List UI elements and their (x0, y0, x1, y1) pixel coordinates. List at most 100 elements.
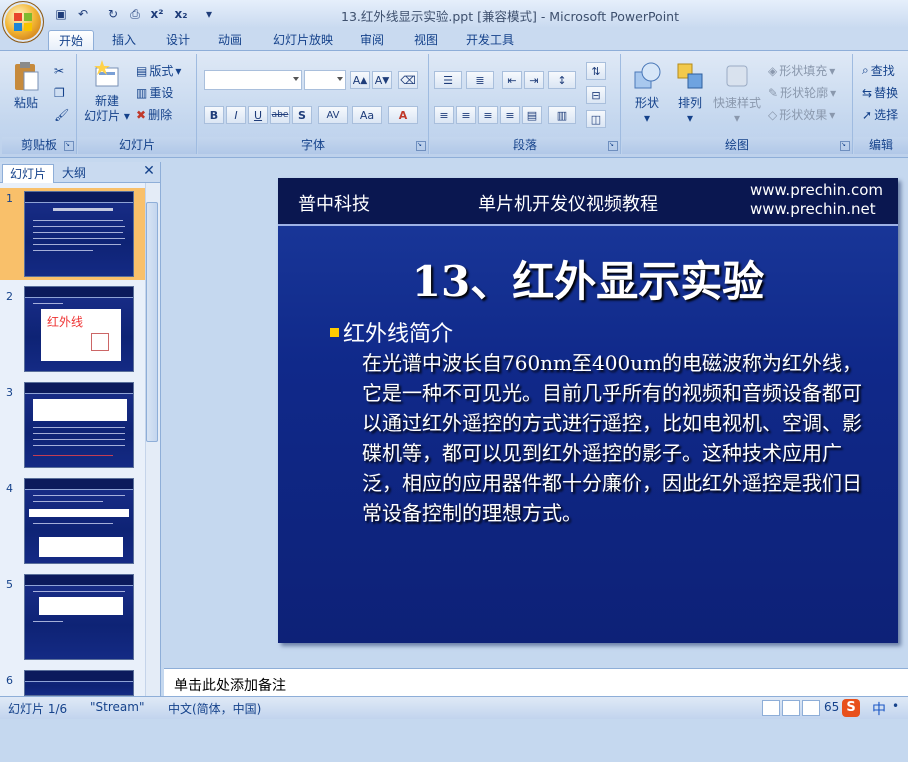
slide-thumb-row-3[interactable]: 3 (0, 382, 145, 474)
shrink-font-icon[interactable]: A ▼ (372, 71, 392, 89)
shapes-button[interactable]: 形状 ▾ (626, 60, 668, 126)
grow-font-icon[interactable]: A ▲ (350, 71, 370, 89)
ribbon-tabs: 开始 插入 设计 动画 幻灯片放映 审阅 视图 开发工具 (0, 28, 908, 51)
decrease-indent-icon[interactable]: ⇤ (502, 71, 522, 89)
office-button[interactable] (2, 1, 44, 43)
align-text-icon[interactable]: ⊟ (586, 86, 606, 104)
cut-icon[interactable]: ✂ (54, 64, 64, 78)
text-shadow-button[interactable]: S (292, 106, 312, 124)
select-button[interactable]: ➚ 选择 (862, 106, 898, 123)
delete-button[interactable]: ✖ 删除 (136, 106, 172, 123)
tab-design[interactable]: 设计 (158, 30, 198, 50)
status-bar: 幻灯片 1/6 "Stream" 中文(简体，中国) 65 S 中 • (0, 696, 908, 719)
slide-thumbnail-4[interactable] (24, 478, 134, 564)
slide-sorter-icon[interactable] (782, 700, 800, 716)
slide-canvas[interactable]: 普中科技 单片机开发仪视频教程 www.prechin.com www.prec… (278, 178, 898, 643)
dialog-launcher-icon[interactable]: ↘ (64, 141, 74, 151)
slide-thumb-row-2[interactable]: 2 红外线 (0, 286, 145, 378)
slide-thumb-row-4[interactable]: 4 (0, 478, 145, 570)
superscript-icon[interactable]: x² (148, 5, 166, 23)
sogou-ime-icon[interactable]: S (842, 699, 860, 717)
numbering-icon[interactable]: ≣ (466, 71, 494, 89)
replace-button[interactable]: ⇆ 替换 (862, 84, 898, 101)
shapes-label: 形状 (634, 96, 659, 110)
copy-icon[interactable]: ❐ (54, 86, 65, 100)
ime-punct-icon[interactable]: • (892, 699, 899, 713)
language-status[interactable]: 中文(简体，中国) (168, 700, 261, 717)
underline-button[interactable]: U (248, 106, 268, 124)
slide-thumbnail-2[interactable]: 红外线 (24, 286, 134, 372)
italic-button[interactable]: I (226, 106, 246, 124)
close-icon[interactable]: ✕ (141, 163, 157, 179)
new-slide-label-2: 幻灯片 ▾ (84, 109, 130, 123)
slide-thumb-row-5[interactable]: 5 (0, 574, 145, 666)
slide-thumbnail-3[interactable] (24, 382, 134, 468)
quick-styles-button[interactable]: 快速样式 ▾ (710, 60, 764, 126)
normal-view-icon[interactable] (762, 700, 780, 716)
line-spacing-icon[interactable]: ↕ (548, 71, 576, 89)
char-spacing-button[interactable]: AV (318, 106, 348, 124)
tab-insert[interactable]: 插入 (104, 30, 144, 50)
shape-fill-button[interactable]: ◈ 形状填充 ▾ (768, 62, 835, 79)
font-name-combo[interactable] (204, 70, 302, 90)
undo-icon[interactable]: ↶ (74, 5, 92, 23)
shape-outline-button[interactable]: ✎ 形状轮廓 ▾ (768, 84, 836, 101)
zoom-level[interactable]: 65 (824, 700, 839, 714)
columns-icon[interactable]: ▥ (548, 106, 576, 124)
website-url-2: www.prechin.net (750, 200, 876, 218)
bold-button[interactable]: B (204, 106, 224, 124)
strike-button[interactable]: abe (270, 106, 290, 124)
layout-button[interactable]: ▤ 版式 ▾ (136, 62, 181, 79)
paste-button[interactable]: 粘贴 (6, 60, 46, 111)
save-icon[interactable]: ▣ (52, 5, 70, 23)
slide-thumbnail-5[interactable] (24, 574, 134, 660)
ime-mode[interactable]: 中 (872, 699, 886, 719)
slide-title[interactable]: 13、红外显示实验 (278, 248, 898, 309)
align-right-icon[interactable]: ≡ (478, 106, 498, 124)
align-left-icon[interactable]: ≡ (434, 106, 454, 124)
binoculars-icon: ⌕ (862, 63, 869, 77)
body-text[interactable]: 在光谱中波长自760nm至400um的电磁波称为红外线，它是一种不可见光。目前几… (362, 348, 864, 528)
slide-thumbnail-6[interactable] (24, 670, 134, 696)
slideshow-view-icon[interactable] (802, 700, 820, 716)
format-painter-icon[interactable]: 🖌 (54, 108, 69, 122)
clear-format-icon[interactable]: ⌫ (398, 71, 418, 89)
text-direction-icon[interactable]: ⇅ (586, 62, 606, 80)
tab-slideshow[interactable]: 幻灯片放映 (266, 30, 340, 50)
customize-qat-icon[interactable]: ▾ (200, 5, 218, 23)
panel-tabs: 幻灯片 大纲 ✕ (0, 162, 160, 183)
align-center-icon[interactable]: ≡ (456, 106, 476, 124)
scrollbar-thumb[interactable] (146, 202, 158, 442)
change-case-button[interactable]: Aa (352, 106, 382, 124)
dialog-launcher-icon[interactable]: ↘ (608, 141, 618, 151)
print-preview-icon[interactable]: ⎙ (126, 5, 144, 23)
reset-button[interactable]: ▥ 重设 (136, 84, 173, 101)
tab-developer[interactable]: 开发工具 (458, 30, 522, 50)
find-button[interactable]: ⌕ 查找 (862, 62, 895, 79)
bullet-heading[interactable]: 红外线简介 (330, 316, 453, 348)
font-color-button[interactable]: A (388, 106, 418, 124)
subscript-icon[interactable]: x₂ (172, 5, 190, 23)
slide-thumbnail-1[interactable] (24, 191, 134, 277)
tab-review[interactable]: 审阅 (352, 30, 392, 50)
tab-slides[interactable]: 幻灯片 (2, 164, 54, 183)
smartart-icon[interactable]: ◫ (586, 110, 606, 128)
shape-effects-button[interactable]: ◇ 形状效果 ▾ (768, 106, 835, 123)
group-label-paragraph: 段落 (430, 137, 620, 154)
tab-animation[interactable]: 动画 (210, 30, 250, 50)
dialog-launcher-icon[interactable]: ↘ (840, 141, 850, 151)
increase-indent-icon[interactable]: ⇥ (524, 71, 544, 89)
justify-icon[interactable]: ≡ (500, 106, 520, 124)
redo-icon[interactable]: ↻ (104, 5, 122, 23)
slide-thumb-row-1[interactable]: 1 (0, 188, 145, 280)
bullets-icon[interactable]: ☰ (434, 71, 462, 89)
tab-outline[interactable]: 大纲 (56, 164, 92, 182)
new-slide-button[interactable]: 新建 幻灯片 ▾ (82, 60, 132, 124)
dialog-launcher-icon[interactable]: ↘ (416, 141, 426, 151)
distribute-icon[interactable]: ▤ (522, 106, 542, 124)
tab-home[interactable]: 开始 (48, 30, 94, 51)
arrange-button[interactable]: 排列 ▾ (670, 60, 710, 126)
notes-pane[interactable]: 单击此处添加备注 (164, 668, 908, 697)
tab-view[interactable]: 视图 (406, 30, 446, 50)
font-size-combo[interactable] (304, 70, 346, 90)
